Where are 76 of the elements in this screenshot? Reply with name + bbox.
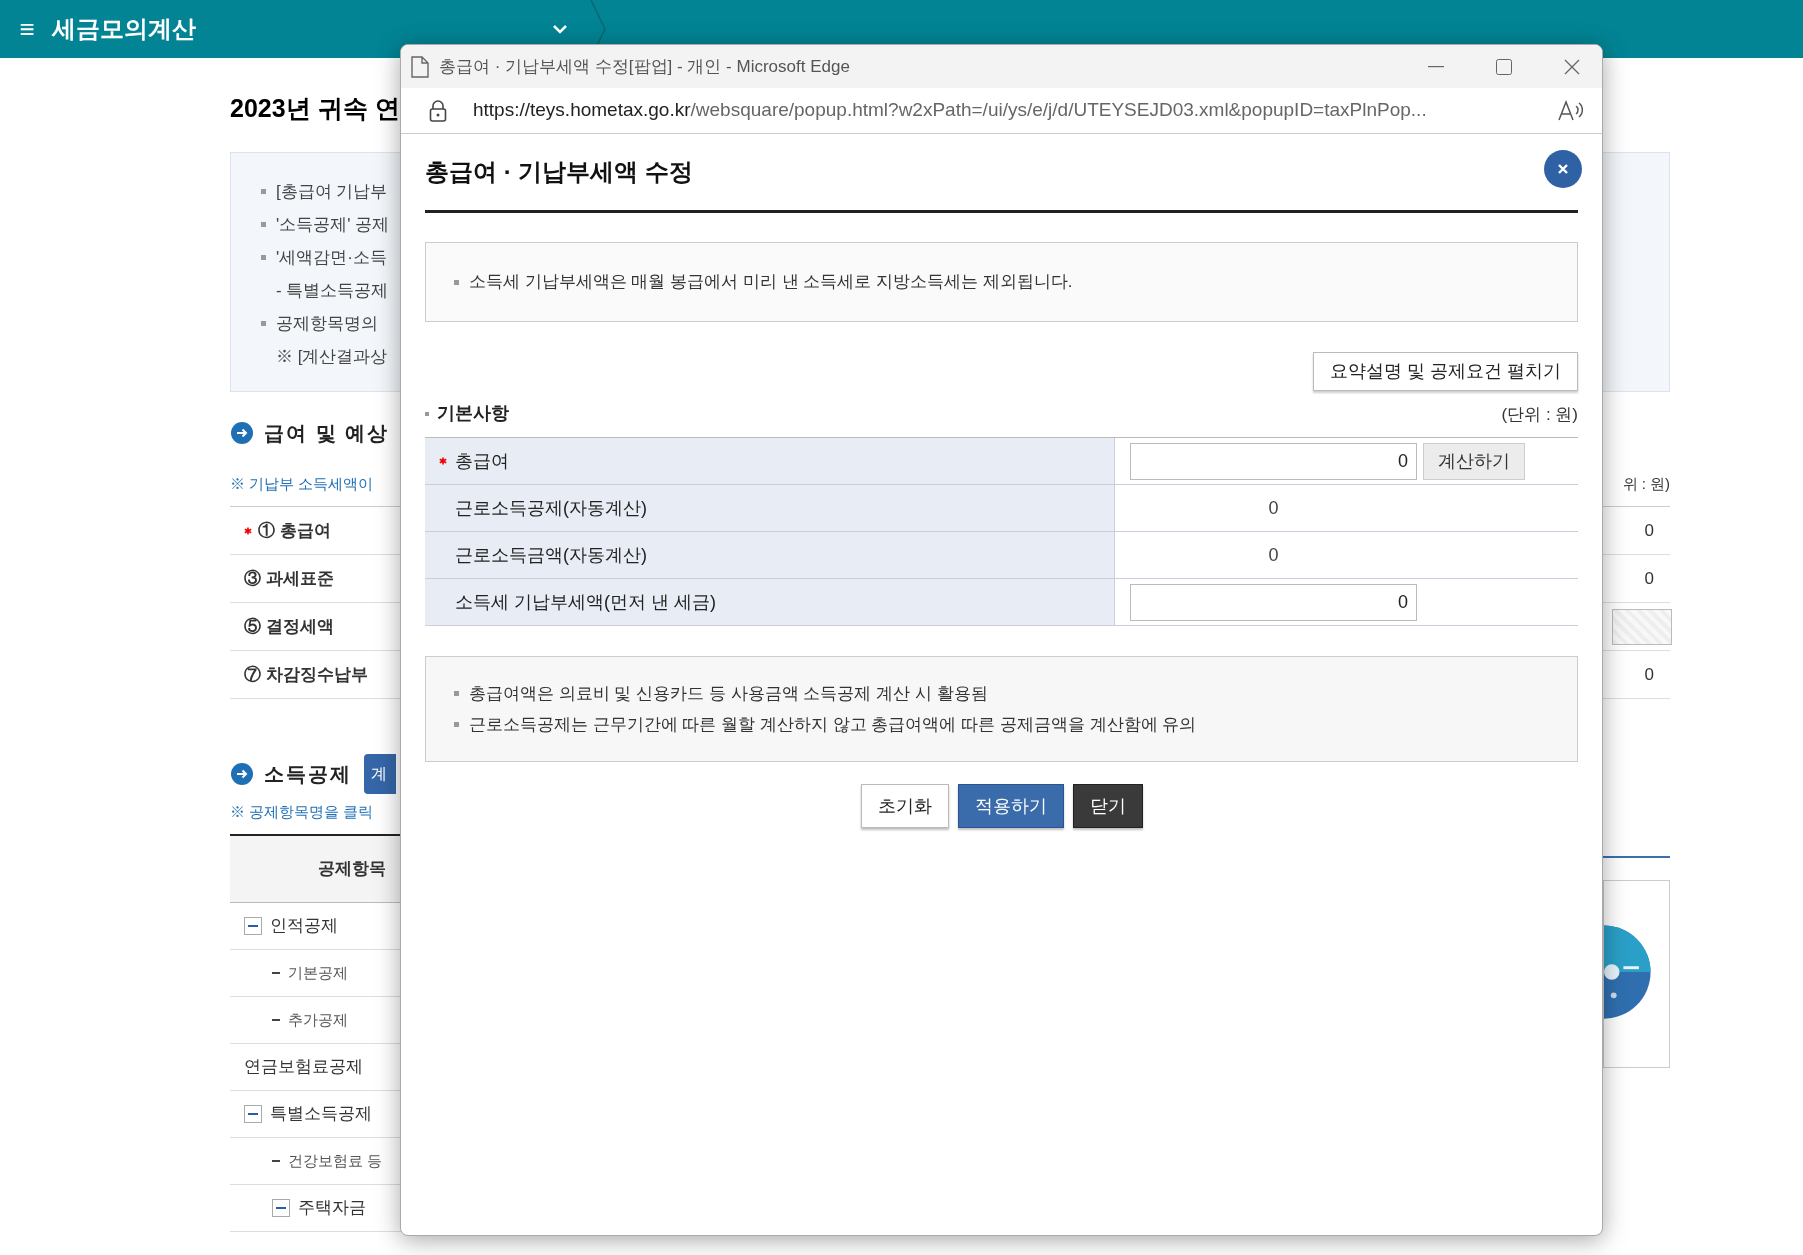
info-text: 공제항목명의 <box>276 312 378 335</box>
collapse-icon[interactable] <box>244 1105 262 1123</box>
minimize-icon[interactable] <box>1428 65 1444 68</box>
bullet-icon <box>261 222 266 227</box>
amount-field[interactable]: 0 <box>1130 442 1417 480</box>
notice-text: 소득세 기납부세액은 매월 봉급에서 미리 낸 소득세로 지방소득세는 제외됩니다. <box>469 271 1073 294</box>
deduction-item[interactable]: 건강보험료 등 <box>288 1149 383 1173</box>
bullet-icon <box>454 722 459 728</box>
chevron-down-icon[interactable] <box>552 24 568 34</box>
dash-icon <box>272 1019 280 1021</box>
bullet-icon <box>261 189 266 194</box>
row-value: 0 <box>1267 543 1280 567</box>
collapse-icon[interactable] <box>272 1199 290 1217</box>
deduction-item[interactable]: 인적공제 <box>270 913 338 939</box>
dash-icon <box>272 1160 280 1162</box>
close-icon[interactable] <box>1564 58 1580 75</box>
close-button[interactable] <box>1544 150 1582 188</box>
deduction-item[interactable]: 특별소득공제 <box>270 1101 372 1127</box>
dash-icon <box>272 972 280 974</box>
row-value: 0 <box>1644 663 1654 686</box>
expand-details-button[interactable]: 요약설명 및 공제요건 펼치기 <box>1313 352 1578 391</box>
info-text: - 특별소득공제 <box>276 279 389 302</box>
header-text: 공제항목 <box>318 858 386 881</box>
note-text: 근로소득공제는 근무기간에 따른 월할 계산하지 않고 총급여액에 따른 공제금액을 계산함에 유의 <box>469 714 1197 736</box>
section-title: 소득공제 <box>264 762 352 787</box>
dialog-title: 총급여 · 기납부세액 수정 <box>425 157 693 187</box>
arrow-circle-icon <box>230 762 254 786</box>
deduction-item[interactable]: 기본공제 <box>288 961 348 985</box>
menu-button[interactable]: ≡ <box>12 9 42 49</box>
url-text[interactable]: https://teys.hometax.go.kr/websquare/popup.html?w2xPath=/ui/ys/e/j/d/UTEYSEJD03.xml&popupID=taxPlnPop... <box>473 96 1427 125</box>
row-label: 소득세 기납부세액(먼저 낸 세금) <box>455 590 716 614</box>
page-heading: 2023년 귀속 연 <box>230 93 400 124</box>
collapse-icon[interactable] <box>244 917 262 935</box>
info-text: [총급여 기납부 <box>276 180 388 203</box>
lock-icon <box>429 99 447 122</box>
row-label: 근로소득공제(자동계산) <box>455 496 647 520</box>
info-text: ※ [계산결과상 <box>276 345 388 368</box>
info-text: '소득공제' 공제 <box>276 213 390 236</box>
calculate-button[interactable]: 계산하기 <box>1423 442 1525 480</box>
hint-text: ※ 공제항목명을 클릭 <box>230 801 374 822</box>
bullet-icon <box>261 321 266 326</box>
read-aloud-icon[interactable] <box>1558 99 1584 122</box>
document-icon <box>411 55 429 78</box>
row-value: 0 <box>1644 519 1654 542</box>
row-label: ⑤ 결정세액 <box>244 615 334 638</box>
close-icon <box>1556 162 1570 176</box>
bullet-icon <box>454 279 459 285</box>
row-label: ⑦ 차감징수납부 <box>244 663 368 686</box>
note-text: 총급여액은 의료비 및 신용카드 등 사용금액 소득공제 계산 시 활용됨 <box>469 682 988 705</box>
deduction-item[interactable]: 연금보험료공제 <box>244 1054 363 1080</box>
amount-field[interactable]: 0 <box>1130 583 1417 621</box>
deduction-item[interactable]: 주택자금 <box>298 1195 366 1221</box>
close-dialog-button[interactable]: 닫기 <box>1072 784 1143 828</box>
row-label: ① 총급여 <box>258 519 331 542</box>
reset-button[interactable]: 초기화 <box>860 784 949 828</box>
section-title: 급여 및 예상 <box>264 421 390 446</box>
row-value: 0 <box>1267 496 1280 520</box>
hint-text: ※ 기납부 소득세액이 <box>230 473 374 494</box>
bullet-icon <box>261 255 266 260</box>
deduction-item[interactable]: 추가공제 <box>288 1008 348 1032</box>
disabled-field <box>1612 608 1672 645</box>
row-label: ③ 과세표준 <box>244 567 334 590</box>
app-title: 세금모의계산 <box>52 14 196 44</box>
unit-label: 위 : 원) <box>1622 473 1670 494</box>
info-text: '세액감면·소득 <box>276 246 387 269</box>
unit-label: (단위 : 원) <box>1501 403 1578 426</box>
window-title: 총급여 · 기납부세액 수정[팝업] - 개인 - Microsoft Edge <box>439 55 850 78</box>
row-label: 총급여 <box>455 449 509 473</box>
apply-button[interactable]: 적용하기 <box>957 784 1064 828</box>
row-label: 근로소득금액(자동계산) <box>455 543 647 567</box>
calculate-button[interactable]: 계 <box>364 754 396 794</box>
arrow-circle-icon <box>230 421 254 445</box>
section-title: 기본사항 <box>437 402 509 425</box>
bullet-icon <box>454 690 459 696</box>
row-value: 0 <box>1644 567 1654 590</box>
maximize-icon[interactable] <box>1496 58 1512 75</box>
